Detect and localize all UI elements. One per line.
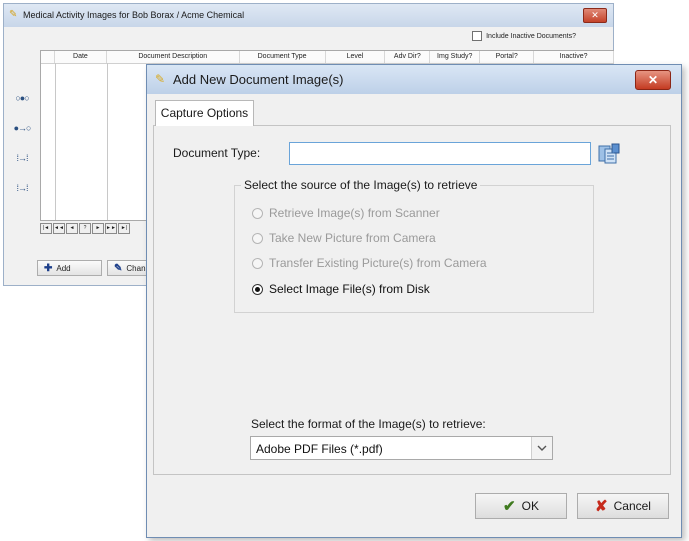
radio-disk-label: Select Image File(s) from Disk	[269, 282, 430, 296]
bg-close-button[interactable]: ✕	[583, 8, 607, 23]
nav-last-button[interactable]: ►|	[118, 223, 130, 234]
cancel-button-label: Cancel	[613, 499, 651, 513]
col-level[interactable]: Level	[326, 51, 386, 63]
grid-header: Date Document Description Document Type …	[41, 51, 614, 64]
app-icon: ✎	[155, 72, 166, 86]
radio-camera-transfer[interactable]: Transfer Existing Picture(s) from Camera	[252, 256, 487, 270]
source-group-label: Select the source of the Image(s) to ret…	[241, 178, 481, 192]
move-all-right-button[interactable]: ⁞→⁞	[10, 148, 34, 168]
change-button[interactable]: ✎ Chan	[107, 260, 147, 276]
cancel-button[interactable]: ✘ Cancel	[577, 493, 669, 519]
chevron-down-icon[interactable]	[531, 437, 552, 459]
nav-prev-button[interactable]: ◄	[66, 223, 78, 234]
col-adv-dir[interactable]: Adv Dir?	[385, 51, 431, 63]
radio-button[interactable]	[252, 207, 263, 219]
col-inactive[interactable]: Inactive?	[534, 51, 614, 63]
radio-button[interactable]	[252, 232, 263, 244]
add-button[interactable]: ✚ Add	[37, 260, 102, 276]
app-icon: ✎	[9, 9, 18, 20]
dialog-title-bar: ✎ Add New Document Image(s) ✕	[147, 65, 681, 94]
close-icon: ✘	[595, 498, 608, 515]
change-button-label: Chan	[126, 263, 146, 273]
add-button-label: Add	[56, 263, 71, 273]
nav-prev-page-button[interactable]: ◄◄	[53, 223, 65, 234]
plus-icon: ✚	[44, 262, 53, 274]
radio-button[interactable]	[252, 257, 263, 269]
move-right-button[interactable]: ○●○	[10, 88, 34, 108]
record-navigator: |◄ ◄◄ ◄ ? ► ►► ►|	[40, 223, 130, 234]
document-type-input[interactable]	[289, 142, 591, 165]
check-icon: ✔	[503, 498, 516, 515]
nav-next-page-button[interactable]: ►►	[105, 223, 117, 234]
edit-icon: ✎	[114, 262, 123, 274]
grid-divider	[55, 63, 56, 220]
col-portal[interactable]: Portal?	[480, 51, 535, 63]
ok-button-label: OK	[521, 499, 539, 513]
include-inactive-toggle[interactable]: Include Inactive Documents?	[472, 31, 576, 41]
lookup-icon[interactable]	[598, 143, 620, 165]
add-document-dialog: ✎ Add New Document Image(s) ✕ Capture Op…	[146, 64, 682, 538]
tab-capture-options[interactable]: Capture Options	[155, 100, 254, 126]
dialog-title: Add New Document Image(s)	[173, 72, 344, 87]
col-date[interactable]: Date	[55, 51, 107, 63]
nav-help-button[interactable]: ?	[79, 223, 91, 234]
document-type-label: Document Type:	[173, 146, 261, 160]
format-label: Select the format of the Image(s) to ret…	[251, 417, 486, 431]
dialog-close-button[interactable]: ✕	[635, 70, 671, 90]
radio-camera-new[interactable]: Take New Picture from Camera	[252, 231, 436, 245]
ok-button[interactable]: ✔ OK	[475, 493, 567, 519]
grid-divider	[107, 63, 108, 220]
format-select-value: Adobe PDF Files (*.pdf)	[256, 442, 383, 456]
include-inactive-checkbox[interactable]	[472, 31, 483, 41]
radio-button[interactable]	[252, 283, 263, 295]
col-img-study[interactable]: Img Study?	[430, 51, 481, 63]
radio-disk[interactable]: Select Image File(s) from Disk	[252, 282, 430, 296]
include-inactive-label: Include Inactive Documents?	[486, 32, 576, 40]
radio-camera-new-label: Take New Picture from Camera	[269, 231, 436, 245]
nav-next-button[interactable]: ►	[92, 223, 104, 234]
radio-scanner-label: Retrieve Image(s) from Scanner	[269, 206, 440, 220]
bg-title-bar: ✎ Medical Activity Images for Bob Borax …	[4, 4, 613, 27]
move-all-left-button[interactable]: ⁞→⁞	[10, 178, 34, 198]
move-left-button[interactable]: ●→○	[10, 118, 34, 138]
format-select[interactable]: Adobe PDF Files (*.pdf)	[250, 436, 553, 460]
bg-window-title: Medical Activity Images for Bob Borax / …	[23, 10, 245, 20]
grid-corner	[41, 51, 55, 63]
col-description[interactable]: Document Description	[107, 51, 240, 63]
radio-scanner[interactable]: Retrieve Image(s) from Scanner	[252, 206, 440, 220]
col-type[interactable]: Document Type	[240, 51, 326, 63]
radio-camera-transfer-label: Transfer Existing Picture(s) from Camera	[269, 256, 487, 270]
nav-first-button[interactable]: |◄	[40, 223, 52, 234]
